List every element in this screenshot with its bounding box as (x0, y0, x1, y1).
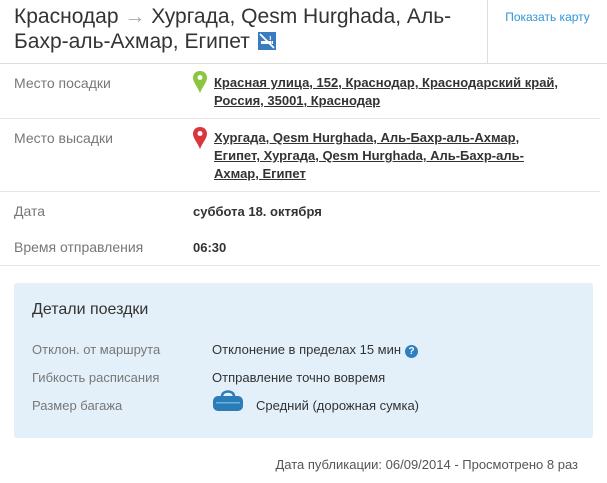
pickup-label: Место посадки (14, 75, 111, 91)
departure-time-value: 06:30 (193, 240, 227, 255)
date-label: Дата (14, 203, 46, 219)
trip-details-title: Детали поездки (32, 301, 149, 318)
publication-info: Дата публикации: 06/09/2014 - Просмотрен… (275, 457, 578, 472)
dropoff-row: Место высадки Хургада, Qesm Hurghada, Ал… (0, 119, 600, 192)
flexibility-label: Гибкость расписания (32, 370, 160, 385)
detour-value: Отклонение в пределах 15 мин? (212, 342, 419, 358)
pickup-address-link[interactable]: Красная улица, 152, Краснодар, Краснодар… (214, 74, 564, 110)
date-row: Дата суббота 18. октября (0, 192, 600, 228)
route-arrow: → (124, 5, 146, 28)
departure-time-label: Время отправления (14, 239, 144, 255)
red-map-pin-icon (193, 127, 207, 149)
date-value: суббота 18. октября (193, 204, 322, 219)
no-smoking-icon (257, 32, 276, 50)
bag-icon (213, 390, 243, 411)
route-title: Краснодар → Хургада, Qesm Hurghada, Аль-… (14, 4, 474, 54)
trip-details-panel: Детали поездки Отклон. от маршрута Откло… (14, 283, 593, 438)
detour-label: Отклон. от маршрута (32, 342, 161, 357)
luggage-value: Средний (дорожная сумка) (256, 398, 420, 413)
luggage-label: Размер багажа (32, 398, 123, 413)
pickup-row: Место посадки Красная улица, 152, Красно… (0, 64, 600, 119)
departure-time-row: Время отправления 06:30 (0, 228, 600, 266)
route-header: Краснодар → Хургада, Qesm Hurghada, Аль-… (0, 0, 607, 64)
green-map-pin-icon (193, 71, 207, 93)
flexibility-value: Отправление точно вовремя (212, 370, 386, 385)
route-from: Краснодар (14, 5, 119, 28)
dropoff-address-link[interactable]: Хургада, Qesm Hurghada, Аль-Бахр-аль-Ахм… (214, 129, 564, 183)
show-map-link[interactable]: Показать карту (488, 0, 607, 64)
dropoff-label: Место высадки (14, 130, 113, 146)
detour-value-text: Отклонение в пределах 15 мин (212, 342, 402, 357)
help-icon[interactable]: ? (405, 345, 419, 358)
